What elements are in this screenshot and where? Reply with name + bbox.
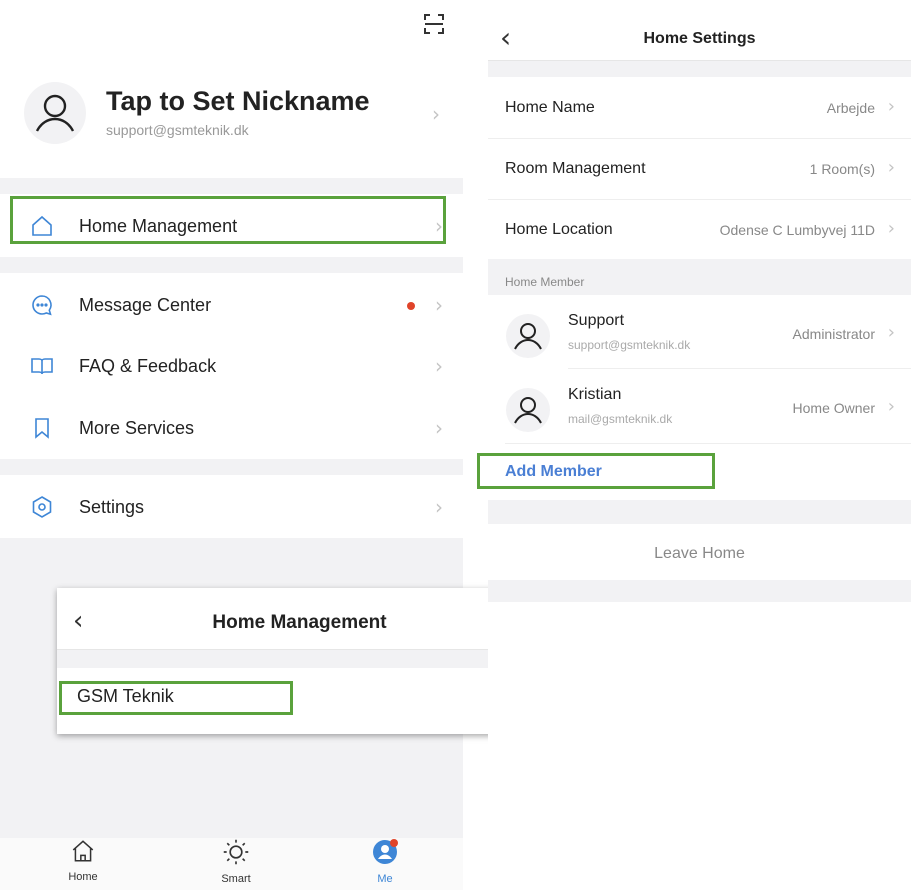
divider — [488, 60, 911, 77]
chevron-right-icon: › — [887, 396, 895, 417]
menu-label: Message Center — [79, 294, 212, 315]
home-management-card: ‹ Home Management GSM Teknik › — [57, 588, 542, 734]
menu-more-services[interactable]: More Services › — [0, 400, 463, 456]
bottom-tab-bar: Home Smart Me — [0, 838, 463, 890]
profile-header[interactable]: Tap to Set Nickname support@gsmteknik.dk… — [24, 80, 444, 150]
highlight-box — [477, 453, 715, 489]
section-title: Home Member — [505, 275, 585, 289]
divider — [505, 443, 911, 444]
card-title: Home Management — [212, 612, 387, 633]
menu-label: FAQ & Feedback — [79, 355, 217, 376]
chevron-right-icon: › — [435, 354, 443, 378]
setting-value: Arbejde — [826, 100, 875, 116]
member-row-support[interactable]: Support support@gsmteknik.dk Administrat… — [488, 304, 911, 366]
tab-label: Home — [68, 871, 98, 883]
chevron-right-icon: › — [435, 293, 443, 317]
chat-bubble-icon — [32, 295, 52, 316]
user-icon — [35, 94, 75, 132]
divider — [0, 459, 463, 475]
menu-label: Settings — [79, 496, 145, 517]
highlight-box — [59, 681, 293, 715]
avatar — [506, 314, 550, 358]
tab-label: Me — [377, 873, 393, 885]
member-role: Administrator — [792, 326, 875, 342]
home-icon — [72, 840, 94, 862]
setting-home-location[interactable]: Home Location Odense C Lumbyvej 11D › — [488, 200, 911, 260]
divider — [488, 580, 911, 602]
unread-badge — [407, 302, 415, 310]
divider — [0, 178, 463, 194]
user-icon — [514, 323, 542, 350]
menu-label: More Services — [79, 417, 195, 438]
menu-message-center[interactable]: Message Center › — [0, 277, 463, 333]
chevron-right-icon: › — [435, 495, 443, 519]
sun-icon — [223, 839, 249, 865]
leave-home-button[interactable]: Leave Home — [488, 524, 911, 580]
tab-me[interactable]: Me — [345, 838, 425, 885]
nickname-title: Tap to Set Nickname — [106, 86, 370, 116]
highlight-box — [10, 196, 446, 244]
divider — [568, 368, 911, 369]
book-icon — [31, 358, 53, 375]
chevron-right-icon: › — [887, 157, 895, 178]
bookmark-icon — [35, 418, 49, 439]
section-header: Home Member — [488, 259, 911, 295]
member-email: mail@gsmteknik.dk — [568, 412, 673, 426]
leave-home-label: Leave Home — [654, 545, 745, 562]
settings-hexagon-icon — [32, 496, 52, 518]
menu-faq-feedback[interactable]: FAQ & Feedback › — [0, 338, 463, 394]
page-title: Home Settings — [643, 30, 756, 47]
member-email: support@gsmteknik.dk — [568, 338, 691, 352]
tab-home[interactable]: Home — [43, 838, 123, 883]
chevron-right-icon: › — [887, 322, 895, 343]
divider — [57, 649, 542, 668]
tab-label: Smart — [221, 873, 251, 885]
setting-home-name[interactable]: Home Name Arbejde › — [488, 78, 911, 139]
setting-key: Home Name — [505, 99, 595, 116]
divider — [488, 500, 911, 524]
member-name: Kristian — [568, 386, 622, 403]
avatar — [24, 82, 86, 144]
setting-room-management[interactable]: Room Management 1 Room(s) › — [488, 139, 911, 200]
profile-icon — [373, 839, 398, 864]
setting-key: Room Management — [505, 160, 646, 177]
chevron-right-icon: › — [432, 102, 440, 126]
tab-smart[interactable]: Smart — [196, 838, 276, 885]
member-role: Home Owner — [792, 400, 875, 416]
chevron-right-icon: › — [435, 416, 443, 440]
avatar — [506, 388, 550, 432]
home-settings-screen: ‹ Home Settings Home Name Arbejde › Room… — [477, 0, 911, 890]
menu-settings[interactable]: Settings › — [0, 479, 463, 535]
setting-key: Home Location — [505, 221, 613, 238]
chevron-right-icon: › — [887, 96, 895, 117]
user-icon — [514, 397, 542, 424]
setting-value: Odense C Lumbyvej 11D — [719, 222, 875, 238]
member-row-kristian[interactable]: Kristian mail@gsmteknik.dk Home Owner › — [488, 378, 911, 440]
setting-value: 1 Room(s) — [809, 161, 875, 177]
profile-email: support@gsmteknik.dk — [106, 122, 249, 138]
divider — [0, 257, 463, 273]
me-screen: Tap to Set Nickname support@gsmteknik.dk… — [0, 0, 463, 890]
scan-icon[interactable] — [422, 12, 446, 36]
member-name: Support — [568, 312, 625, 329]
chevron-right-icon: › — [887, 218, 895, 239]
